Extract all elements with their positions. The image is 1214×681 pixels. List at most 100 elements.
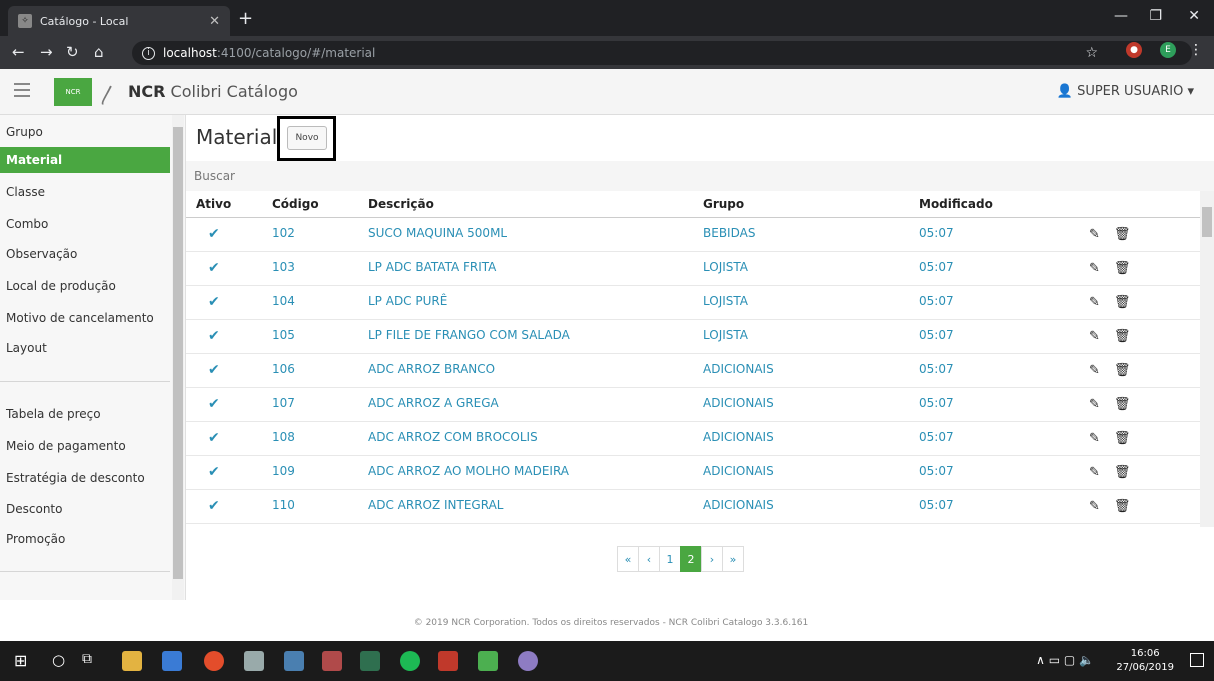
cell-modified[interactable]: 05:07 <box>919 319 1089 354</box>
windows-start-icon[interactable]: ⊞ <box>14 651 34 671</box>
cell-description[interactable]: ADC ARROZ A GREGA <box>368 387 703 422</box>
delete-trash-icon[interactable]: 🗑 <box>1114 227 1131 242</box>
sidebar-item-desconto[interactable]: Desconto <box>0 496 170 522</box>
table-row[interactable]: ✔ 106 ADC ARROZ BRANCO ADICIONAIS 05:07 ✎ 🗑 <box>186 353 1200 388</box>
sidebar-item-tabela-preco[interactable]: Tabela de preço <box>0 401 170 427</box>
sidebar-scroll-thumb[interactable] <box>173 127 183 579</box>
search-input[interactable] <box>194 166 394 186</box>
pager-page-1[interactable]: 1 <box>659 546 681 572</box>
sidebar-item-motivo-cancelamento[interactable]: Motivo de cancelamento <box>0 305 170 331</box>
delete-trash-icon[interactable]: 🗑 <box>1114 397 1131 412</box>
edit-pencil-icon[interactable]: ✎ <box>1089 295 1100 310</box>
app-icon[interactable] <box>162 651 182 671</box>
back-icon[interactable]: ← <box>12 43 25 61</box>
cell-modified[interactable]: 05:07 <box>919 251 1089 286</box>
cell-code[interactable]: 102 <box>272 217 368 252</box>
notification-icon[interactable] <box>1190 653 1204 667</box>
delete-trash-icon[interactable]: 🗑 <box>1114 329 1131 344</box>
sidebar-item-estrategia-desconto[interactable]: Estratégia de desconto <box>0 465 170 491</box>
cell-code[interactable]: 107 <box>272 387 368 422</box>
sidebar-item-combo[interactable]: Combo <box>0 211 170 237</box>
pager-last[interactable]: » <box>722 546 744 572</box>
task-view-icon[interactable]: ⧉ <box>82 651 102 671</box>
table-scrollbar[interactable] <box>1200 191 1214 527</box>
table-row[interactable]: ✔ 107 ADC ARROZ A GREGA ADICIONAIS 05:07 ✎ 🗑 <box>186 387 1200 422</box>
edit-pencil-icon[interactable]: ✎ <box>1089 465 1100 480</box>
restore-icon[interactable]: ❐ <box>1149 8 1162 24</box>
pager-prev[interactable]: ‹ <box>638 546 660 572</box>
edit-pencil-icon[interactable]: ✎ <box>1089 363 1100 378</box>
sidebar-item-layout[interactable]: Layout <box>0 335 170 361</box>
table-row[interactable]: ✔ 103 LP ADC BATATA FRITA LOJISTA 05:07 ✎ 🗑 <box>186 251 1200 286</box>
delete-trash-icon[interactable]: 🗑 <box>1114 261 1131 276</box>
pager-page-2[interactable]: 2 <box>680 546 702 572</box>
sidebar-item-meio-pagamento[interactable]: Meio de pagamento <box>0 433 170 459</box>
info-icon[interactable]: i <box>142 46 155 60</box>
cell-code[interactable]: 110 <box>272 489 368 524</box>
table-scroll-thumb[interactable] <box>1202 207 1212 237</box>
browser-menu-icon[interactable]: ⋮ <box>1188 42 1204 58</box>
cell-group[interactable]: ADICIONAIS <box>703 387 919 422</box>
cell-group[interactable]: ADICIONAIS <box>703 455 919 490</box>
home-icon[interactable]: ⌂ <box>94 43 104 61</box>
edit-pencil-icon[interactable]: ✎ <box>1089 329 1100 344</box>
cell-modified[interactable]: 05:07 <box>919 489 1089 524</box>
paint-icon[interactable] <box>518 651 538 671</box>
cell-description[interactable]: ADC ARROZ BRANCO <box>368 353 703 388</box>
cell-modified[interactable]: 05:07 <box>919 421 1089 456</box>
file-explorer-icon[interactable] <box>122 651 142 671</box>
col-modificado[interactable]: Modificado <box>919 191 1089 218</box>
table-row[interactable]: ✔ 110 ADC ARROZ INTEGRAL ADICIONAIS 05:07 ✎ 🗑 <box>186 489 1200 524</box>
browser-tab[interactable]: ✧ Catálogo - Local ✕ <box>8 6 230 36</box>
cell-group[interactable]: LOJISTA <box>703 319 919 354</box>
sidebar-item-material[interactable]: Material <box>0 147 170 173</box>
cell-group[interactable]: ADICIONAIS <box>703 353 919 388</box>
new-tab-icon[interactable]: + <box>238 8 253 29</box>
table-row[interactable]: ✔ 109 ADC ARROZ AO MOLHO MADEIRA ADICIONAIS… <box>186 455 1200 490</box>
delete-trash-icon[interactable]: 🗑 <box>1114 363 1131 378</box>
cell-modified[interactable]: 05:07 <box>919 353 1089 388</box>
app-icon[interactable] <box>322 651 342 671</box>
delete-trash-icon[interactable]: 🗑 <box>1114 295 1131 310</box>
profile-avatar[interactable]: E <box>1160 42 1176 58</box>
system-tray-icons[interactable]: ∧ ▭ ▢ 🔈 <box>1036 653 1094 667</box>
cell-code[interactable]: 108 <box>272 421 368 456</box>
delete-trash-icon[interactable]: 🗑 <box>1114 499 1131 514</box>
col-ativo[interactable]: Ativo <box>186 191 272 218</box>
delete-trash-icon[interactable]: 🗑 <box>1114 465 1131 480</box>
cell-group[interactable]: LOJISTA <box>703 285 919 320</box>
pager-first[interactable]: « <box>617 546 639 572</box>
close-window-icon[interactable]: ✕ <box>1188 8 1200 24</box>
edit-pencil-icon[interactable]: ✎ <box>1089 397 1100 412</box>
sidebar-item-classe[interactable]: Classe <box>0 179 170 205</box>
delete-trash-icon[interactable]: 🗑 <box>1114 431 1131 446</box>
col-codigo[interactable]: Código <box>272 191 368 218</box>
hamburger-menu-icon[interactable] <box>14 83 30 101</box>
search-icon[interactable]: ○ <box>52 651 72 671</box>
chrome-icon[interactable] <box>204 651 224 671</box>
cell-description[interactable]: LP FILE DE FRANGO COM SALADA <box>368 319 703 354</box>
cell-code[interactable]: 109 <box>272 455 368 490</box>
minimize-icon[interactable]: — <box>1114 8 1128 24</box>
app-icon[interactable] <box>478 651 498 671</box>
extension-icon[interactable]: ● <box>1126 42 1142 58</box>
col-descricao[interactable]: Descrição <box>368 191 703 218</box>
cell-modified[interactable]: 05:07 <box>919 217 1089 252</box>
sidebar-item-grupo[interactable]: Grupo <box>0 119 170 145</box>
table-row[interactable]: ✔ 108 ADC ARROZ COM BROCOLIS ADICIONAIS 05:0… <box>186 421 1200 456</box>
close-tab-icon[interactable]: ✕ <box>209 14 220 29</box>
pager-next[interactable]: › <box>701 546 723 572</box>
sidebar-item-local-producao[interactable]: Local de produção <box>0 273 170 299</box>
cell-description[interactable]: ADC ARROZ INTEGRAL <box>368 489 703 524</box>
cell-description[interactable]: LP ADC BATATA FRITA <box>368 251 703 286</box>
cell-description[interactable]: ADC ARROZ COM BROCOLIS <box>368 421 703 456</box>
cell-code[interactable]: 106 <box>272 353 368 388</box>
cell-code[interactable]: 103 <box>272 251 368 286</box>
cell-description[interactable]: SUCO MAQUINA 500ML <box>368 217 703 252</box>
new-button[interactable]: Novo <box>287 126 327 150</box>
cell-group[interactable]: ADICIONAIS <box>703 421 919 456</box>
table-row[interactable]: ✔ 104 LP ADC PURÊ LOJISTA 05:07 ✎ 🗑 <box>186 285 1200 320</box>
sidebar-item-observacao[interactable]: Observação <box>0 241 170 267</box>
address-bar[interactable]: i localhost :4100/catalogo/#/material ☆ <box>132 41 1192 65</box>
edit-pencil-icon[interactable]: ✎ <box>1089 227 1100 242</box>
